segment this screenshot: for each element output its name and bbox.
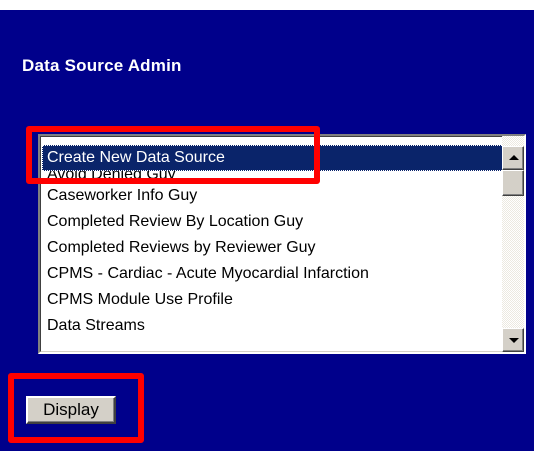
scroll-up-button[interactable] (502, 146, 524, 170)
arrow-up-icon (509, 155, 519, 160)
arrow-down-icon (509, 338, 519, 343)
scrollbar-thumb[interactable] (502, 170, 524, 196)
list-item-cpms-module-use-profile[interactable]: CPMS Module Use Profile (40, 287, 504, 313)
display-button[interactable]: Display (26, 396, 116, 424)
vertical-scrollbar[interactable] (502, 136, 524, 352)
scroll-down-button[interactable] (502, 328, 524, 352)
list-item-completed-reviews-by-reviewer-guy[interactable]: Completed Reviews by Reviewer Guy (40, 235, 504, 261)
list-item-avoid-denied-guy[interactable]: Avoid Denied Guy (40, 171, 504, 183)
list-item-caseworker-info-guy[interactable]: Caseworker Info Guy (40, 183, 504, 209)
list-item-cpms-cardiac-acute-myocardial-infarction[interactable]: CPMS - Cardiac - Acute Myocardial Infarc… (40, 261, 504, 287)
page-title: Data Source Admin (22, 56, 182, 75)
data-source-items: Create New Data Source Avoid Denied Guy … (40, 145, 504, 339)
list-item-completed-review-by-location-guy[interactable]: Completed Review By Location Guy (40, 209, 504, 235)
list-item-create-new-data-source[interactable]: Create New Data Source (42, 145, 504, 171)
list-item-data-streams[interactable]: Data Streams (40, 313, 504, 339)
data-source-listbox[interactable]: Create New Data Source Avoid Denied Guy … (38, 134, 526, 354)
